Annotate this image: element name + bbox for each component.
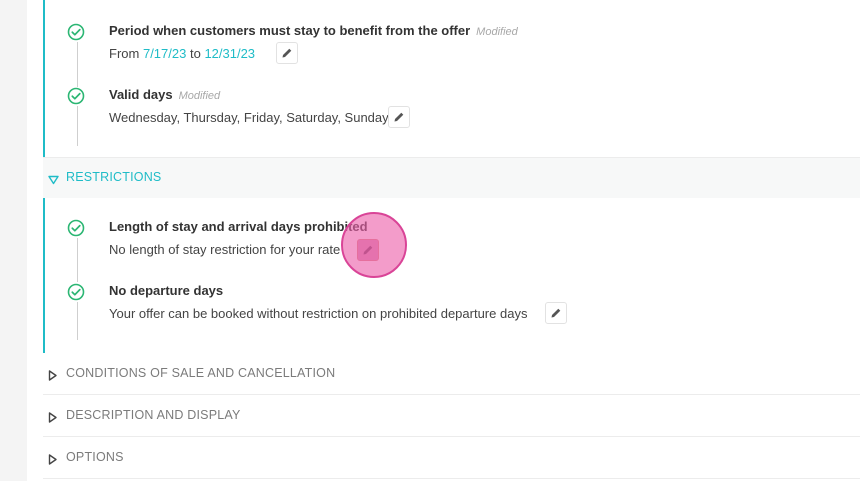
period-title-text: Period when customers must stay to benef…	[109, 23, 471, 38]
valid-days-value: Wednesday, Thursday, Friday, Saturday, S…	[109, 110, 389, 125]
edit-period-button[interactable]	[276, 42, 298, 64]
restriction-title: No departure days	[109, 283, 224, 298]
triangle-right-icon	[48, 410, 57, 428]
triangle-down-icon	[48, 172, 59, 190]
conditions-block: Period when customers must stay to benef…	[43, 0, 860, 159]
to-date-link[interactable]: 12/31/23	[204, 46, 255, 61]
timeline-connector	[77, 42, 78, 87]
restrictions-section-toggle[interactable]: RESTRICTIONS	[43, 157, 860, 198]
to-label: to	[189, 46, 201, 61]
triangle-right-icon	[48, 368, 57, 386]
timeline-connector	[77, 302, 78, 340]
restrictions-header-label: RESTRICTIONS	[66, 170, 162, 184]
modified-badge: Modified	[476, 26, 518, 38]
from-label: From	[109, 46, 140, 61]
restriction-title: Length of stay and arrival days prohibit…	[109, 219, 368, 234]
conditions-of-sale-section-toggle[interactable]: CONDITIONS OF SALE AND CANCELLATION	[43, 353, 860, 395]
options-section-toggle[interactable]: OPTIONS	[43, 437, 860, 479]
section-label: DESCRIPTION AND DISPLAY	[66, 408, 241, 422]
check-circle-icon	[67, 283, 85, 301]
restriction-description: Your offer can be booked without restric…	[109, 306, 528, 321]
click-highlight	[341, 212, 407, 278]
restriction-description: No length of stay restriction for your r…	[109, 242, 341, 257]
offer-editor-panel: Period when customers must stay to benef…	[27, 0, 860, 481]
section-label: CONDITIONS OF SALE AND CANCELLATION	[66, 366, 336, 380]
period-title: Period when customers must stay to benef…	[109, 23, 518, 38]
description-display-section-toggle[interactable]: DESCRIPTION AND DISPLAY	[43, 395, 860, 437]
edit-valid-days-button[interactable]	[388, 106, 410, 128]
timeline-connector	[77, 106, 78, 146]
edit-departure-days-button[interactable]	[545, 302, 567, 324]
valid-days-title: Valid days Modified	[109, 87, 220, 102]
check-circle-icon	[67, 23, 85, 41]
timeline-connector	[77, 238, 78, 282]
from-date-link[interactable]: 7/17/23	[143, 46, 186, 61]
triangle-right-icon	[48, 452, 57, 470]
section-label: OPTIONS	[66, 450, 124, 464]
restrictions-block: Length of stay and arrival days prohibit…	[43, 198, 860, 353]
check-circle-icon	[67, 87, 85, 105]
check-circle-icon	[67, 219, 85, 237]
valid-days-title-text: Valid days	[109, 87, 173, 102]
period-dates: From 7/17/23 to 12/31/23	[109, 46, 255, 61]
modified-badge: Modified	[178, 90, 221, 102]
